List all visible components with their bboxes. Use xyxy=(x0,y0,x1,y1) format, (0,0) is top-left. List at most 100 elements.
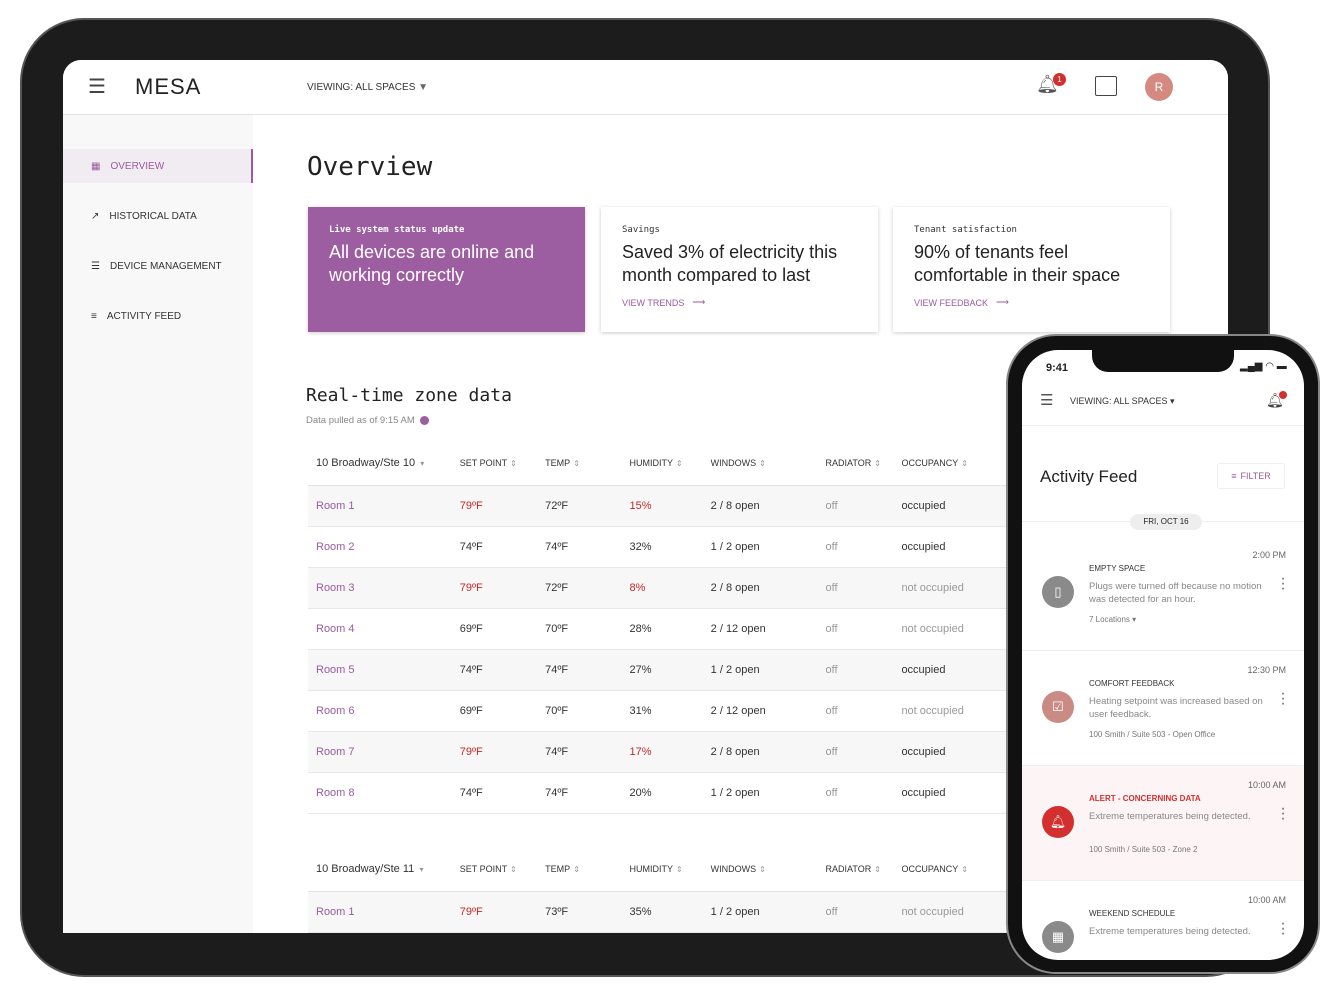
table-cell: 28% xyxy=(629,608,711,650)
column-header[interactable]: SET POINT ⇕ xyxy=(459,848,546,892)
space-selector[interactable]: 10 Broadway/Ste 11 ▾ xyxy=(308,848,460,892)
message-icon[interactable] xyxy=(1095,76,1117,96)
feed-location: 100 Smith / Suite 503 - Open Office xyxy=(1089,730,1216,739)
table-cell: off xyxy=(825,526,902,568)
column-label: TEMP xyxy=(545,864,571,875)
menu-icon[interactable]: ☰ xyxy=(1040,391,1053,409)
info-icon[interactable] xyxy=(419,416,429,425)
feed-item[interactable]: 2:00 PM EMPTY SPACE Plugs were turned off … xyxy=(1022,536,1304,651)
feed-time: 2:00 PM xyxy=(1252,550,1286,560)
column-label: WINDOWS xyxy=(710,864,757,875)
arrow-right-icon: ⟶ xyxy=(996,297,1009,307)
status-card: Live system status update All devices ar… xyxy=(308,207,585,332)
column-header[interactable]: WINDOWS ⇕ xyxy=(710,442,826,486)
column-header[interactable]: RADIATOR ⇕ xyxy=(825,442,902,486)
phone-screen: 9:41 ▂▄▆ ◠ ▬ ☰ VIEWING: ALL SPACES ▾ 🔔︎ … xyxy=(1022,350,1304,960)
sort-icon: ⇕ xyxy=(759,865,766,875)
sort-icon: ⇕ xyxy=(573,865,580,875)
table-cell: 74ºF xyxy=(545,649,630,691)
table-cell: 20% xyxy=(629,772,711,814)
filter-button[interactable]: ≡ FILTER xyxy=(1217,463,1285,489)
table-row[interactable]: Room 6 69ºF 70ºF 31% 2 / 12 open off not occup… xyxy=(308,690,1028,732)
status-time: 9:41 xyxy=(1046,362,1069,374)
sidebar: ▦ OVERVIEW ↗ HISTORICAL DATA ☰ DEVICE MANAG… xyxy=(63,115,253,933)
feed-location[interactable]: 7 Locations ▾ xyxy=(1089,615,1136,624)
column-header[interactable]: TEMP ⇕ xyxy=(545,442,630,486)
sort-icon: ⇕ xyxy=(874,865,881,875)
room-link[interactable]: Room 1 xyxy=(308,891,460,933)
table-row[interactable]: Room 1 79ºF 73ºF 35% 1 / 2 open off not occupi… xyxy=(308,891,1028,933)
column-label: HUMIDITY xyxy=(629,864,674,875)
table-row[interactable]: Room 1 79ºF 72ºF 15% 2 / 8 open off occupied xyxy=(308,485,1028,527)
calendar-icon: ▦ xyxy=(1042,921,1074,953)
sort-icon: ⇕ xyxy=(759,459,766,469)
sliders-icon: ☰ xyxy=(91,260,100,272)
feed-body: Extreme temperatures being detected. xyxy=(1089,811,1251,822)
column-header[interactable]: WINDOWS ⇕ xyxy=(710,848,826,892)
menu-icon[interactable]: ☰ xyxy=(88,74,106,99)
room-link[interactable]: Room 6 xyxy=(308,690,460,732)
table-cell: 15% xyxy=(629,485,711,527)
phone-notch xyxy=(1092,350,1234,372)
table-cell: 2 / 8 open xyxy=(710,567,826,609)
space-label: 10 Broadway/Ste 11 xyxy=(316,863,415,876)
feed-body: Extreme temperatures being detected. xyxy=(1089,926,1251,937)
top-header: ☰ MESA VIEWING: ALL SPACES ▼ 🔔︎ 1 R xyxy=(63,60,1228,115)
table-cell: off xyxy=(825,485,902,527)
feed-body: Heating setpoint was increased based on … xyxy=(1089,696,1263,720)
room-link[interactable]: Room 8 xyxy=(308,772,460,814)
column-label: SET POINT xyxy=(459,864,508,875)
sidebar-item-device-management[interactable]: ☰ DEVICE MANAGEMENT xyxy=(63,249,253,283)
room-link[interactable]: Room 4 xyxy=(308,608,460,650)
table-cell: 73ºF xyxy=(545,891,630,933)
more-vert-icon[interactable]: · · · xyxy=(1280,686,1286,712)
view-feedback-link[interactable]: VIEW FEEDBACK ⟶ xyxy=(914,297,1149,308)
table-row[interactable]: Room 2 74ºF 74ºF 32% 1 / 2 open off occupied xyxy=(308,526,1028,568)
table-cell: 31% xyxy=(629,690,711,732)
table-row[interactable]: Room 4 69ºF 70ºF 28% 2 / 12 open off not occup… xyxy=(308,608,1028,650)
sidebar-item-activity-feed[interactable]: ≡ ACTIVITY FEED xyxy=(63,299,253,333)
table-cell: 74ºF xyxy=(459,772,546,814)
table-row[interactable]: Room 7 79ºF 74ºF 17% 2 / 8 open off occupied xyxy=(308,731,1028,773)
table-row[interactable]: Room 3 79ºF 72ºF 8% 2 / 8 open off not occupie… xyxy=(308,567,1028,609)
table-row[interactable]: Room 5 74ºF 74ºF 27% 1 / 2 open off occupied xyxy=(308,649,1028,691)
link-label: VIEW FEEDBACK xyxy=(914,297,989,308)
room-link[interactable]: Room 3 xyxy=(308,567,460,609)
room-link[interactable]: Room 1 xyxy=(308,485,460,527)
space-selector[interactable]: VIEWING: ALL SPACES ▼ xyxy=(307,82,428,93)
column-header[interactable]: HUMIDITY ⇕ xyxy=(629,848,711,892)
more-vert-icon[interactable]: · · · xyxy=(1280,571,1286,597)
feed-item[interactable]: 10:00 AM ALERT - CONCERNING DATA Extreme t… xyxy=(1022,766,1304,881)
sort-icon: ⇕ xyxy=(676,865,683,875)
sort-icon: ⇕ xyxy=(961,865,968,875)
room-link[interactable]: Room 7 xyxy=(308,731,460,773)
more-vert-icon[interactable]: · · · xyxy=(1280,916,1286,942)
column-header[interactable]: TEMP ⇕ xyxy=(545,848,630,892)
sidebar-item-label: HISTORICAL DATA xyxy=(109,210,197,222)
table-row[interactable]: Room 8 74ºF 74ºF 20% 1 / 2 open off occupied xyxy=(308,772,1028,814)
column-header[interactable]: RADIATOR ⇕ xyxy=(825,848,902,892)
feed-item[interactable]: 12:30 PM COMFORT FEEDBACK Heating setpoint… xyxy=(1022,651,1304,766)
space-selector[interactable]: 10 Broadway/Ste 10 ▾ xyxy=(308,442,460,486)
feed-item[interactable]: 10:00 AM WEEKEND SCHEDULE Extreme temperat… xyxy=(1022,881,1304,960)
space-selector[interactable]: VIEWING: ALL SPACES ▾ xyxy=(1070,396,1175,407)
table-cell: 2 / 12 open xyxy=(710,608,826,650)
room-link[interactable]: Room 5 xyxy=(308,649,460,691)
sidebar-item-historical-data[interactable]: ↗ HISTORICAL DATA xyxy=(63,199,253,233)
table-cell: 79ºF xyxy=(459,567,546,609)
card-label: Savings xyxy=(622,225,660,235)
view-trends-link[interactable]: VIEW TRENDS ⟶ xyxy=(622,297,857,308)
sort-icon: ⇕ xyxy=(510,865,517,875)
room-link[interactable]: Room 2 xyxy=(308,526,460,568)
trend-icon: ↗ xyxy=(91,210,100,222)
caret-down-icon: ▾ xyxy=(417,865,424,875)
column-header[interactable]: SET POINT ⇕ xyxy=(459,442,546,486)
page-title: Overview xyxy=(307,152,433,182)
sidebar-item-overview[interactable]: ▦ OVERVIEW xyxy=(63,149,253,183)
arrow-right-icon: ⟶ xyxy=(692,297,706,307)
table-cell: 35% xyxy=(629,891,711,933)
table-cell: 69ºF xyxy=(459,690,546,732)
more-vert-icon[interactable]: · · · xyxy=(1280,801,1286,827)
avatar[interactable]: R xyxy=(1145,73,1173,101)
column-header[interactable]: HUMIDITY ⇕ xyxy=(629,442,711,486)
